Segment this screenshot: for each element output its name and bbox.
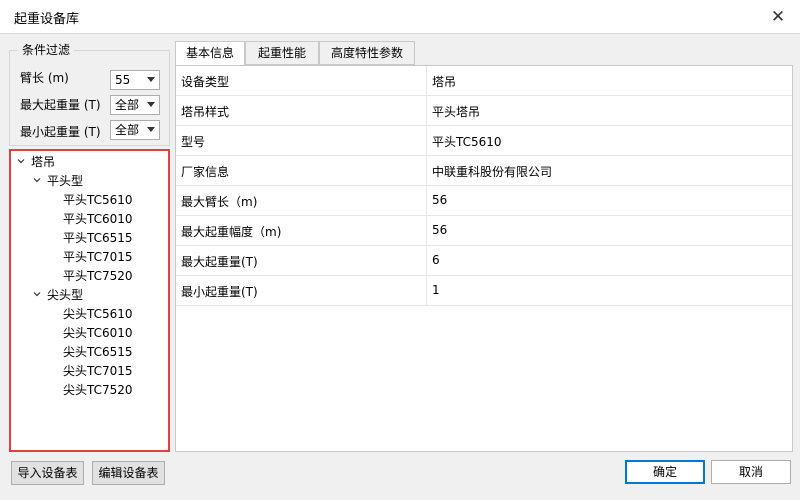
table-row: 最大起重幅度（m) 56 [176,216,792,246]
close-icon[interactable]: ✕ [766,5,790,29]
max-load-label: 最大起重量 (T) [20,98,101,112]
dropdown-arrow-icon [147,102,155,107]
edit-equipment-button[interactable]: 编辑设备表 [92,461,165,485]
tree-item[interactable]: 平头TC6010 [63,210,133,227]
tree-item[interactable]: 尖头TC6515 [63,343,133,360]
tab-lifting-performance[interactable]: 起重性能 [245,41,319,65]
property-name: 最小起重量(T) [181,285,258,299]
property-name: 最大臂长（m) [181,195,258,209]
cancel-button[interactable]: 取消 [711,460,791,484]
tree-item[interactable]: 尖头TC7520 [63,381,133,398]
property-value[interactable]: 平头TC5610 [432,133,502,150]
dropdown-arrow-icon [147,77,155,82]
chevron-down-icon[interactable] [17,157,25,165]
tree-item[interactable]: 尖头TC6010 [63,324,133,341]
property-name: 厂家信息 [181,165,230,179]
min-load-label: 最小起重量 (T) [20,125,101,139]
arm-length-value: 55 [115,73,131,87]
import-equipment-button[interactable]: 导入设备表 [11,461,84,485]
tree-item[interactable]: 尖头TC5610 [63,305,133,322]
property-value[interactable]: 1 [432,283,440,297]
table-row: 塔吊样式 平头塔吊 [176,96,792,126]
tree-item[interactable]: 平头TC5610 [63,191,133,208]
property-value[interactable]: 中联重科股份有限公司 [432,163,552,180]
ok-button[interactable]: 确定 [625,460,705,484]
property-name: 塔吊样式 [181,105,230,119]
property-value[interactable]: 平头塔吊 [432,103,480,120]
dropdown-arrow-icon [147,127,155,132]
property-value[interactable]: 56 [432,193,447,207]
tree-node-group-pointed[interactable]: 尖头型 [47,286,83,303]
table-row: 设备类型 塔吊 [176,66,792,96]
chevron-down-icon[interactable] [33,290,41,298]
tree-item[interactable]: 平头TC7015 [63,248,133,265]
property-value[interactable]: 6 [432,253,440,267]
table-row: 最大臂长（m) 56 [176,186,792,216]
property-value[interactable]: 56 [432,223,447,237]
equipment-tree[interactable]: 塔吊 平头型 平头TC5610 平头TC6010 平头TC6515 平头TC70… [9,149,170,452]
max-load-select[interactable]: 全部 [110,95,160,115]
property-value[interactable]: 塔吊 [432,73,456,90]
tree-node-group-flat[interactable]: 平头型 [47,172,83,189]
chevron-down-icon[interactable] [33,176,41,184]
tab-height-parameters[interactable]: 高度特性参数 [319,41,415,65]
tree-item[interactable]: 平头TC6515 [63,229,133,246]
title-bar: 起重设备库 ✕ [0,0,800,34]
table-row: 最小起重量(T) 1 [176,276,792,306]
tree-node-root[interactable]: 塔吊 [31,153,55,170]
property-name: 最大起重量(T) [181,255,258,269]
details-grid: 设备类型 塔吊 塔吊样式 平头塔吊 型号 平头TC5610 厂家信息 中联重科股… [175,65,793,452]
property-name: 型号 [181,135,206,149]
filter-legend: 条件过滤 [18,41,75,58]
arm-length-label: 臂长 (m) [20,71,69,85]
tree-item[interactable]: 平头TC7520 [63,267,133,284]
min-load-select[interactable]: 全部 [110,120,160,140]
tab-basic-info[interactable]: 基本信息 [175,41,245,66]
max-load-value: 全部 [115,98,140,112]
property-name: 设备类型 [181,75,230,89]
arm-length-select[interactable]: 55 [110,70,160,90]
min-load-value: 全部 [115,123,140,137]
window-title: 起重设备库 [14,12,80,27]
property-name: 最大起重幅度（m) [181,225,282,239]
table-row: 厂家信息 中联重科股份有限公司 [176,156,792,186]
table-row: 型号 平头TC5610 [176,126,792,156]
table-row: 最大起重量(T) 6 [176,246,792,276]
tree-item[interactable]: 尖头TC7015 [63,362,133,379]
